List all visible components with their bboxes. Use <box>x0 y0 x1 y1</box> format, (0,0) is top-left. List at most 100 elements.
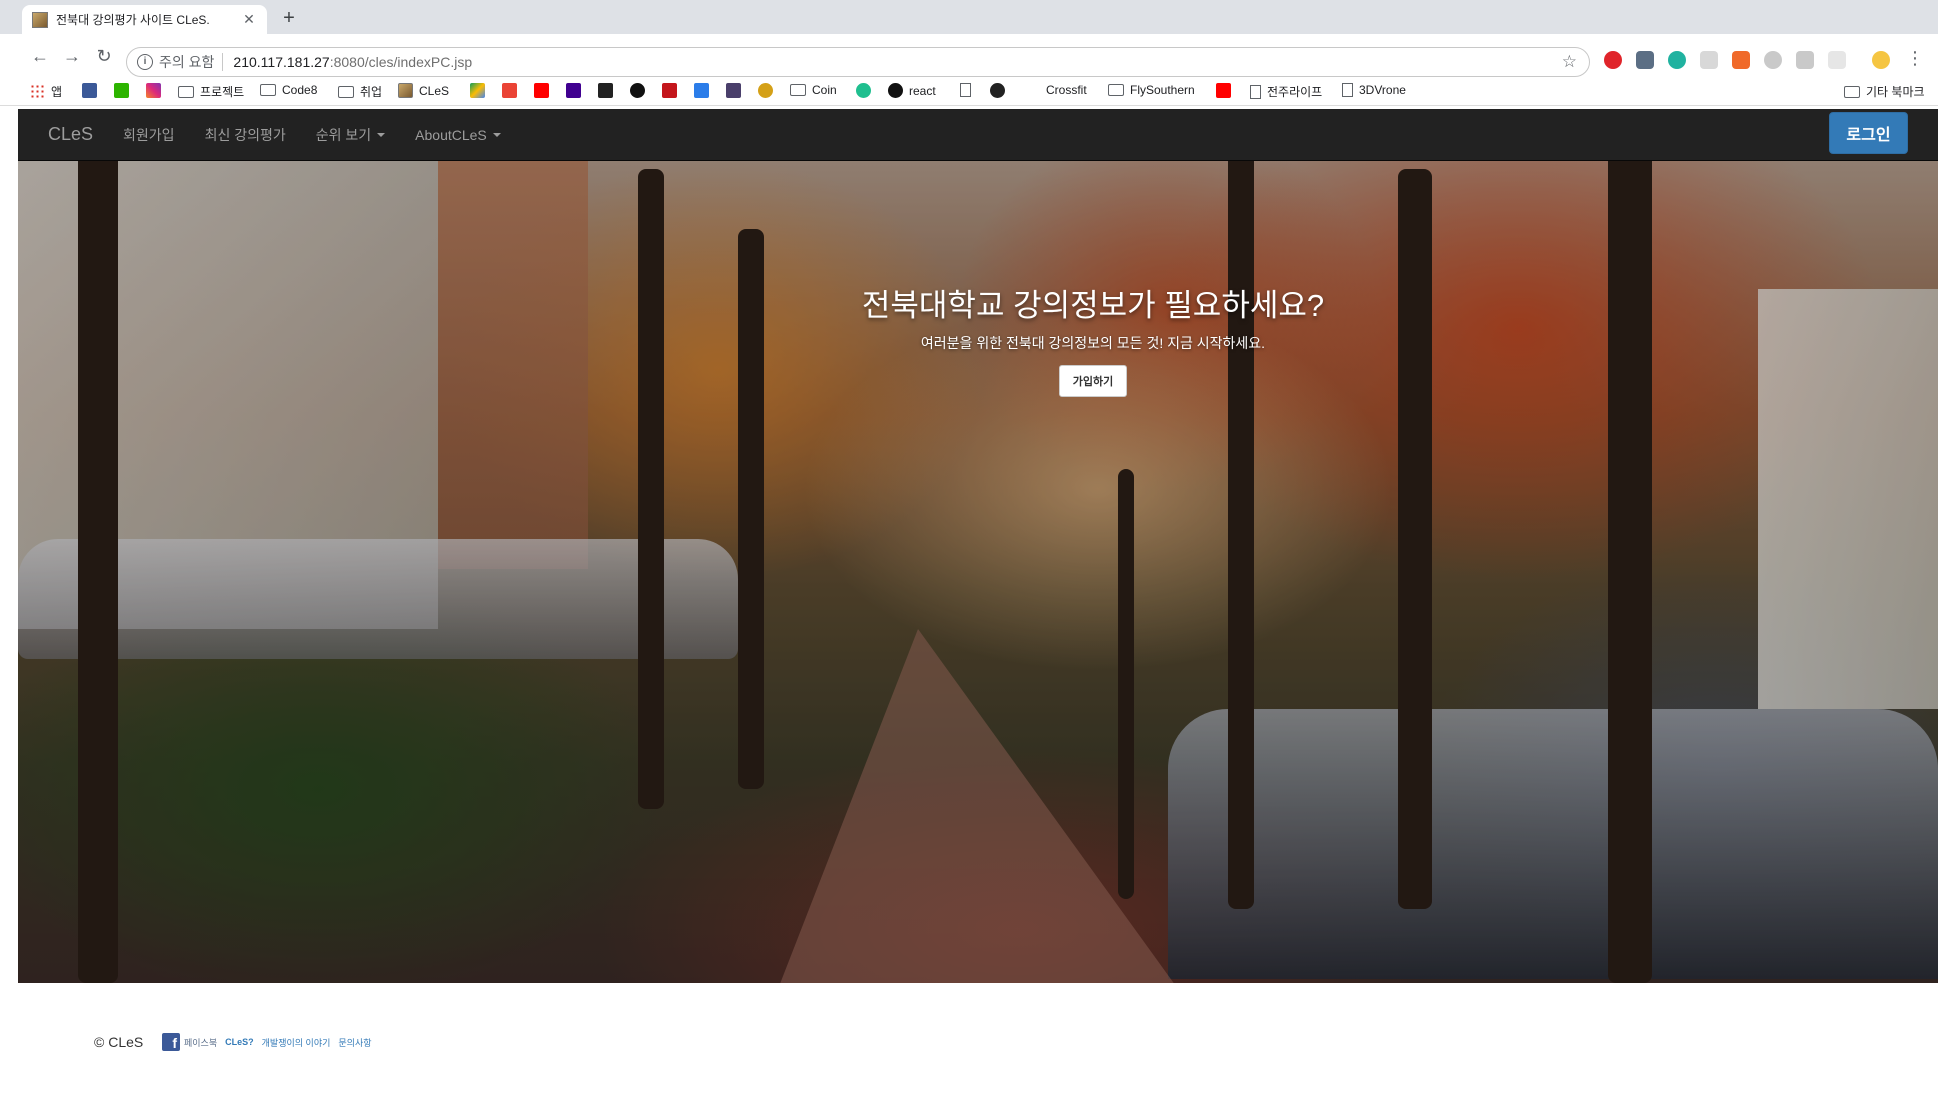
footer-link-facebook[interactable]: 페이스북 <box>184 1036 217 1049</box>
join-button[interactable]: 가입하기 <box>1058 365 1128 397</box>
bookmark-youtube-2[interactable] <box>1216 83 1237 98</box>
bookmark-folder-projects[interactable]: 프로젝트 <box>178 83 244 100</box>
bookmark-drive[interactable] <box>470 83 491 98</box>
circle-site-icon <box>630 83 645 98</box>
bookmarks-bar: 앱 프로젝트 Code8 취업 CLeS Coin react Crossfit… <box>0 78 1938 106</box>
close-tab-icon[interactable]: ✕ <box>241 11 257 28</box>
nav-latest-reviews[interactable]: 최신 강의평가 <box>205 125 286 145</box>
bookmark-circle[interactable] <box>630 83 651 98</box>
brand-logo[interactable]: CLeS <box>48 124 93 145</box>
bookmark-chart[interactable] <box>694 83 715 98</box>
bookmark-instagram[interactable] <box>146 83 167 98</box>
url-host: 210.117.181.27 <box>233 54 330 70</box>
forward-arrow-icon[interactable]: → <box>60 44 84 68</box>
blank-extension-icon[interactable] <box>1828 51 1846 69</box>
bookmark-other[interactable]: 기타 북마크 <box>1844 83 1925 100</box>
facebook-icon <box>82 83 97 98</box>
login-button[interactable]: 로그인 <box>1829 112 1908 154</box>
nav-about-dropdown[interactable]: AboutCLeS <box>415 127 501 143</box>
naver-icon <box>114 83 129 98</box>
yahoo-icon <box>566 83 581 98</box>
page-icon <box>1342 83 1353 97</box>
gmail-icon <box>502 83 517 98</box>
bookmark-label: 프로젝트 <box>200 85 245 99</box>
opera-extension-icon[interactable] <box>1604 51 1622 69</box>
caret-down-icon <box>492 132 501 137</box>
site-favicon-icon <box>32 11 48 28</box>
rx-extension-icon[interactable] <box>1732 51 1750 69</box>
page-icon <box>1250 84 1261 99</box>
bookmark-gmail[interactable] <box>502 83 523 98</box>
bookmark-green[interactable] <box>856 83 877 98</box>
bookmark-hash[interactable] <box>726 83 747 98</box>
tool-extension-icon[interactable] <box>1636 51 1654 69</box>
bookmark-folder-flysouthern[interactable]: FlySouthern <box>1108 83 1195 97</box>
bookmark-apps[interactable]: 앱 <box>30 83 62 100</box>
bookmark-star-icon[interactable]: ☆ <box>1562 52 1577 72</box>
hero-overlay <box>18 109 1938 983</box>
youtube-icon <box>534 83 549 98</box>
page-footer: © CLeS f 페이스북 CLeS? 개발쟁이의 이야기 문의사항 <box>18 983 1938 1102</box>
info-icon[interactable]: i <box>137 54 153 70</box>
cles-favicon-icon <box>398 83 413 98</box>
bookmark-youtube[interactable] <box>534 83 555 98</box>
bookmark-folder-coin[interactable]: Coin <box>790 83 837 97</box>
bookmark-gold[interactable] <box>758 83 779 98</box>
bookmark-investing[interactable] <box>598 83 619 98</box>
bookmark-yahoo[interactable] <box>566 83 587 98</box>
profile-avatar-icon[interactable] <box>1872 51 1890 69</box>
chat-extension-icon[interactable] <box>1796 51 1814 69</box>
bookmark-3dvrone[interactable]: 3DVrone <box>1342 83 1406 97</box>
page-icon <box>960 83 971 97</box>
bookmark-folder-code8[interactable]: Code8 <box>260 83 317 97</box>
cio-icon <box>662 83 677 98</box>
nav-ranking-dropdown[interactable]: 순위 보기 <box>315 125 386 145</box>
cast-extension-icon[interactable] <box>1700 51 1718 69</box>
bookmark-jeonju-life[interactable]: 전주라이프 <box>1250 83 1322 100</box>
footer-link-contact[interactable]: 문의사항 <box>338 1036 371 1049</box>
footer-link-dev-blog[interactable]: 개발쟁이의 이야기 <box>262 1036 331 1049</box>
nav-label: 회원가입 <box>123 126 175 143</box>
browser-tab[interactable]: 전북대 강의평가 사이트 CLeS. ✕ <box>22 5 267 34</box>
bookmark-facebook[interactable] <box>82 83 103 98</box>
bookmark-label: FlySouthern <box>1130 83 1195 97</box>
bookmark-crossfit[interactable]: Crossfit <box>1046 83 1087 97</box>
bookmark-naver[interactable] <box>114 83 135 98</box>
github-icon <box>888 83 903 98</box>
bookmark-label: 전주라이프 <box>1267 85 1323 99</box>
investing-icon <box>598 83 613 98</box>
owl-extension-icon[interactable] <box>1764 51 1782 69</box>
footer-links: f 페이스북 CLeS? 개발쟁이의 이야기 문의사항 <box>162 1033 380 1051</box>
bookmark-dark[interactable] <box>990 83 1011 98</box>
hero-background-image <box>18 109 1938 983</box>
address-bar[interactable]: i 주의 요함 210.117.181.27 :8080/cles/indexP… <box>126 47 1590 77</box>
nav-label: 순위 보기 <box>315 126 372 143</box>
bookmark-label: 앱 <box>51 85 63 99</box>
browser-menu-icon[interactable]: ⋮ <box>1906 48 1924 68</box>
tab-title: 전북대 강의평가 사이트 CLeS. <box>56 13 210 27</box>
back-arrow-icon[interactable]: ← <box>28 44 52 68</box>
security-warning: 주의 요함 <box>159 54 215 70</box>
facebook-icon[interactable]: f <box>162 1033 180 1051</box>
bookmark-cles[interactable]: CLeS <box>398 83 449 98</box>
nav-label: AboutCLeS <box>415 126 487 143</box>
bookmark-label: Coin <box>812 83 837 97</box>
footer-link-about[interactable]: CLeS? <box>225 1037 254 1047</box>
folder-icon <box>1108 84 1124 96</box>
chart-site-icon <box>694 83 709 98</box>
reload-icon[interactable]: ↻ <box>92 44 116 68</box>
folder-icon <box>1844 85 1860 98</box>
new-tab-button[interactable]: + <box>278 8 300 28</box>
m-extension-icon[interactable] <box>1668 51 1686 69</box>
instagram-icon <box>146 83 161 98</box>
bookmark-folder-jobs[interactable]: 취업 <box>338 83 382 100</box>
omnibox-divider <box>222 53 224 71</box>
bookmark-page[interactable] <box>960 83 977 97</box>
gold-coin-icon <box>758 83 773 98</box>
folder-icon <box>178 85 194 98</box>
nav-signup[interactable]: 회원가입 <box>123 125 175 145</box>
bookmark-react[interactable]: react <box>888 83 936 98</box>
copyright-text: © CLeS <box>94 1034 144 1050</box>
hero-content: 전북대학교 강의정보가 필요하세요? 여러분을 위한 전북대 강의정보의 모든 … <box>18 280 1938 397</box>
bookmark-cio[interactable] <box>662 83 683 98</box>
